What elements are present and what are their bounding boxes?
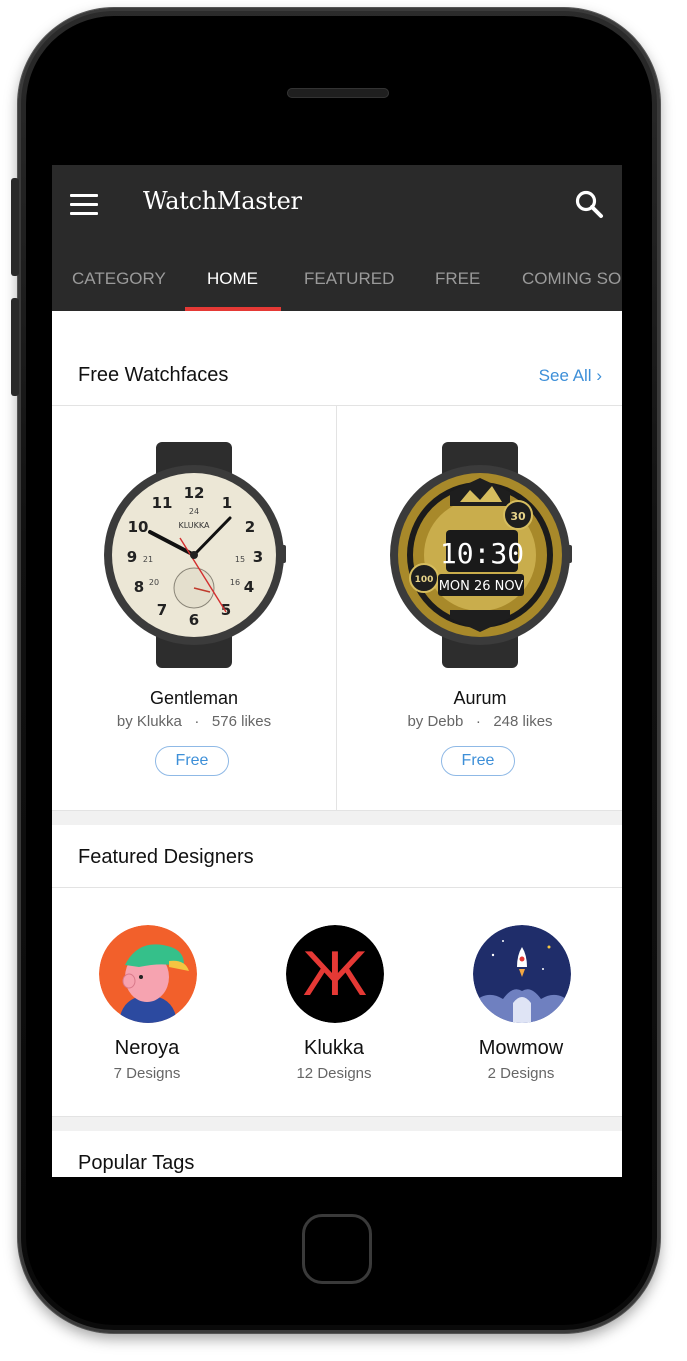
svg-text:KLUKKA: KLUKKA <box>179 521 211 530</box>
svg-text:12: 12 <box>184 484 205 502</box>
designer-name: Klukka <box>303 1037 365 1059</box>
volume-up-button <box>11 178 19 276</box>
designer-count: 7 Designs <box>113 1065 181 1082</box>
svg-text:21: 21 <box>143 555 153 564</box>
svg-text:9: 9 <box>127 548 137 566</box>
app-bar: WatchMaster CATEGORY HOME FEATURED FREE … <box>52 165 622 311</box>
rocket-night-avatar-icon <box>473 925 571 1023</box>
section-title-free-watchfaces: Free Watchfaces <box>78 364 229 386</box>
tab-free[interactable]: FREE <box>435 253 480 311</box>
aurum-watch-image: 30 100 10:30 MON 26 NOV <box>390 442 572 668</box>
svg-text:8: 8 <box>134 578 144 596</box>
watchface-designer: by Debb <box>407 713 464 730</box>
see-all-label: See All <box>538 366 592 385</box>
search-icon[interactable] <box>574 189 604 219</box>
hamburger-menu-icon[interactable] <box>70 194 98 216</box>
chevron-right-icon: › <box>596 366 602 385</box>
watchface-card-aurum[interactable]: 30 100 10:30 MON 26 NOV Aurum by Debb · … <box>338 406 622 810</box>
svg-text:30: 30 <box>510 510 526 523</box>
svg-text:1: 1 <box>222 494 232 512</box>
see-all-link[interactable]: See All › <box>539 366 602 386</box>
designer-name: Mowmow <box>478 1037 564 1059</box>
watchface-name: Gentleman <box>149 688 239 708</box>
watchface-meta: by Debb · 248 likes <box>338 713 622 730</box>
tab-featured[interactable]: FEATURED <box>304 253 394 311</box>
watchface-likes: 576 likes <box>211 713 272 730</box>
svg-text:Ж: Ж <box>303 940 368 1010</box>
designer-mowmow[interactable]: Mowmow 2 Designs <box>426 925 616 1095</box>
separator-dot: · <box>467 713 490 730</box>
gentleman-watch-image: 12 1 2 3 4 5 6 7 8 9 10 11 24 15 21 16 2… <box>104 442 286 668</box>
designer-count: 2 Designs <box>487 1065 555 1082</box>
designer-count: 12 Designs <box>296 1065 372 1082</box>
svg-text:MON 26 NOV: MON 26 NOV <box>439 579 524 594</box>
divider-vertical <box>336 406 337 810</box>
free-button[interactable]: Free <box>441 746 515 776</box>
app-title: WatchMaster <box>143 187 302 215</box>
watchface-card-gentleman[interactable]: 12 1 2 3 4 5 6 7 8 9 10 11 24 15 21 16 2… <box>52 406 336 810</box>
svg-text:4: 4 <box>244 578 254 596</box>
svg-text:10: 10 <box>128 518 149 536</box>
watchface-meta: by Klukka · 576 likes <box>52 713 336 730</box>
svg-text:16: 16 <box>230 578 240 587</box>
tab-category[interactable]: CATEGORY <box>72 253 166 311</box>
designer-name: Neroya <box>114 1037 180 1059</box>
watchface-name: Aurum <box>453 688 507 708</box>
divider <box>52 810 622 811</box>
svg-text:20: 20 <box>149 578 159 587</box>
cartoon-boy-avatar-icon <box>99 925 197 1023</box>
svg-text:3: 3 <box>253 548 263 566</box>
klukka-logo-avatar-icon: Ж <box>286 925 384 1023</box>
tab-home[interactable]: HOME <box>207 253 258 311</box>
svg-text:100: 100 <box>415 575 434 585</box>
separator-dot: · <box>186 713 208 730</box>
svg-text:10:30: 10:30 <box>440 537 524 570</box>
section-title-featured-designers: Featured Designers <box>78 846 254 868</box>
app-screen: WatchMaster CATEGORY HOME FEATURED FREE … <box>52 165 622 1177</box>
home-button[interactable] <box>302 1214 372 1284</box>
svg-text:15: 15 <box>235 555 245 564</box>
tab-bar: CATEGORY HOME FEATURED FREE COMING SO <box>52 253 622 311</box>
svg-text:5: 5 <box>221 601 231 619</box>
watchface-likes: 248 likes <box>493 713 553 730</box>
watchface-designer: by Klukka <box>116 713 182 730</box>
divider <box>52 887 622 888</box>
tab-coming-soon[interactable]: COMING SO <box>522 253 621 311</box>
divider <box>52 1116 622 1117</box>
free-button[interactable]: Free <box>155 746 229 776</box>
svg-text:2: 2 <box>245 518 255 536</box>
section-title-popular-tags: Popular Tags <box>78 1152 195 1174</box>
svg-text:6: 6 <box>189 611 199 629</box>
svg-text:7: 7 <box>157 601 167 619</box>
designer-klukka[interactable]: Ж Klukka 12 Designs <box>239 925 429 1095</box>
svg-text:24: 24 <box>189 507 199 516</box>
volume-down-button <box>11 298 19 396</box>
designer-neroya[interactable]: Neroya 7 Designs <box>52 925 242 1095</box>
svg-text:11: 11 <box>152 494 173 512</box>
earpiece-speaker <box>287 88 389 98</box>
